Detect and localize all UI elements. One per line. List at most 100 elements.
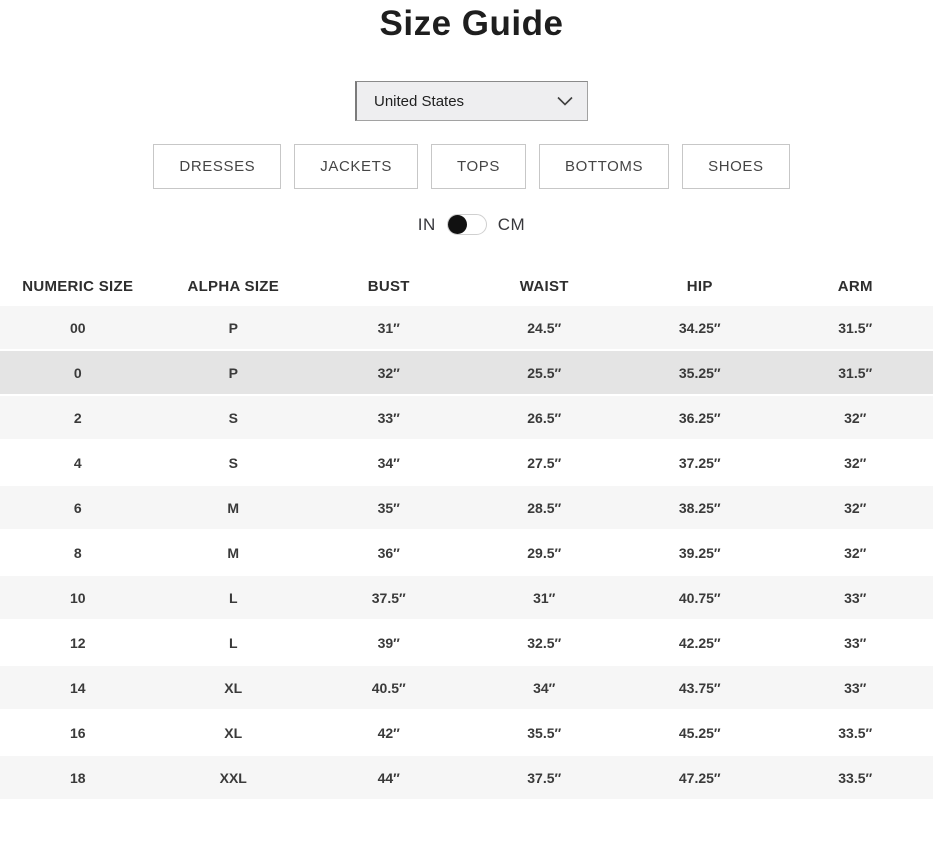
table-cell: 10 [0,576,156,619]
table-cell: 40.75″ [622,576,778,619]
unit-label-cm: CM [498,215,525,235]
table-row: 0P32″25.5″35.25″31.5″ [0,351,933,394]
category-button-tops[interactable]: TOPS [431,144,526,189]
table-cell: 39.25″ [622,531,778,574]
page-title: Size Guide [0,4,943,44]
table-cell: 34″ [467,666,623,709]
table-row: 10L37.5″31″40.75″33″ [0,576,933,619]
table-cell: 31.5″ [778,351,934,394]
column-header: ALPHA SIZE [156,268,312,304]
table-cell: 37.5″ [311,576,467,619]
table-cell: 31″ [467,576,623,619]
table-cell: 31″ [311,306,467,349]
chevron-down-icon [557,96,573,106]
table-cell: 6 [0,486,156,529]
table-row: 00P31″24.5″34.25″31.5″ [0,306,933,349]
table-cell: 31.5″ [778,306,934,349]
table-row: 6M35″28.5″38.25″32″ [0,486,933,529]
table-cell: 33.5″ [778,711,934,754]
country-select[interactable]: United States [355,81,588,121]
table-cell: 14 [0,666,156,709]
table-row: 4S34″27.5″37.25″32″ [0,441,933,484]
table-row: 18XXL44″37.5″47.25″33.5″ [0,756,933,799]
header-row: NUMERIC SIZEALPHA SIZEBUSTWAISTHIPARM [0,268,933,304]
table-cell: 29.5″ [467,531,623,574]
table-cell: 34″ [311,441,467,484]
table-cell: 32.5″ [467,621,623,664]
column-header: HIP [622,268,778,304]
table-cell: L [156,621,312,664]
table-cell: 35.5″ [467,711,623,754]
table-cell: 35.25″ [622,351,778,394]
table-row: 2S33″26.5″36.25″32″ [0,396,933,439]
table-cell: 28.5″ [467,486,623,529]
unit-toggle-row: IN CM [0,214,943,235]
table-cell: 35″ [311,486,467,529]
category-button-jackets[interactable]: JACKETS [294,144,418,189]
table-cell: 00 [0,306,156,349]
table-cell: 25.5″ [467,351,623,394]
size-table-header: NUMERIC SIZEALPHA SIZEBUSTWAISTHIPARM [0,268,933,304]
table-cell: 32″ [778,486,934,529]
table-cell: 37.25″ [622,441,778,484]
size-table: NUMERIC SIZEALPHA SIZEBUSTWAISTHIPARM 00… [0,266,933,801]
table-row: 8M36″29.5″39.25″32″ [0,531,933,574]
table-cell: XXL [156,756,312,799]
table-cell: 16 [0,711,156,754]
column-header: WAIST [467,268,623,304]
column-header: BUST [311,268,467,304]
table-cell: M [156,531,312,574]
table-cell: 33.5″ [778,756,934,799]
table-row: 16XL42″35.5″45.25″33.5″ [0,711,933,754]
category-button-shoes[interactable]: SHOES [682,144,790,189]
table-cell: 12 [0,621,156,664]
table-cell: 45.25″ [622,711,778,754]
table-cell: 8 [0,531,156,574]
table-cell: P [156,351,312,394]
table-cell: 32″ [311,351,467,394]
table-cell: 18 [0,756,156,799]
table-cell: 47.25″ [622,756,778,799]
table-row: 14XL40.5″34″43.75″33″ [0,666,933,709]
column-header: ARM [778,268,934,304]
country-select-row: United States [0,81,943,121]
table-cell: 36″ [311,531,467,574]
table-cell: S [156,396,312,439]
table-cell: M [156,486,312,529]
table-cell: 33″ [778,576,934,619]
country-select-value: United States [374,93,464,110]
table-cell: 2 [0,396,156,439]
table-cell: XL [156,666,312,709]
table-cell: 40.5″ [311,666,467,709]
table-cell: 42″ [311,711,467,754]
category-button-bottoms[interactable]: BOTTOMS [539,144,669,189]
table-cell: 44″ [311,756,467,799]
table-cell: 32″ [778,441,934,484]
table-cell: 37.5″ [467,756,623,799]
table-cell: 4 [0,441,156,484]
column-header: NUMERIC SIZE [0,268,156,304]
table-cell: XL [156,711,312,754]
table-cell: 43.75″ [622,666,778,709]
table-cell: 26.5″ [467,396,623,439]
unit-toggle[interactable] [447,214,487,235]
table-cell: 33″ [311,396,467,439]
category-buttons: DRESSES JACKETS TOPS BOTTOMS SHOES [0,144,943,189]
unit-label-in: IN [418,215,436,235]
table-cell: 0 [0,351,156,394]
table-cell: 42.25″ [622,621,778,664]
table-cell: 33″ [778,666,934,709]
table-cell: 27.5″ [467,441,623,484]
table-cell: 32″ [778,396,934,439]
table-row: 12L39″32.5″42.25″33″ [0,621,933,664]
table-cell: 34.25″ [622,306,778,349]
table-cell: P [156,306,312,349]
table-cell: L [156,576,312,619]
table-cell: 24.5″ [467,306,623,349]
table-cell: 38.25″ [622,486,778,529]
size-table-body: 00P31″24.5″34.25″31.5″0P32″25.5″35.25″31… [0,306,933,799]
table-cell: 36.25″ [622,396,778,439]
category-button-dresses[interactable]: DRESSES [153,144,281,189]
table-cell: S [156,441,312,484]
table-cell: 32″ [778,531,934,574]
